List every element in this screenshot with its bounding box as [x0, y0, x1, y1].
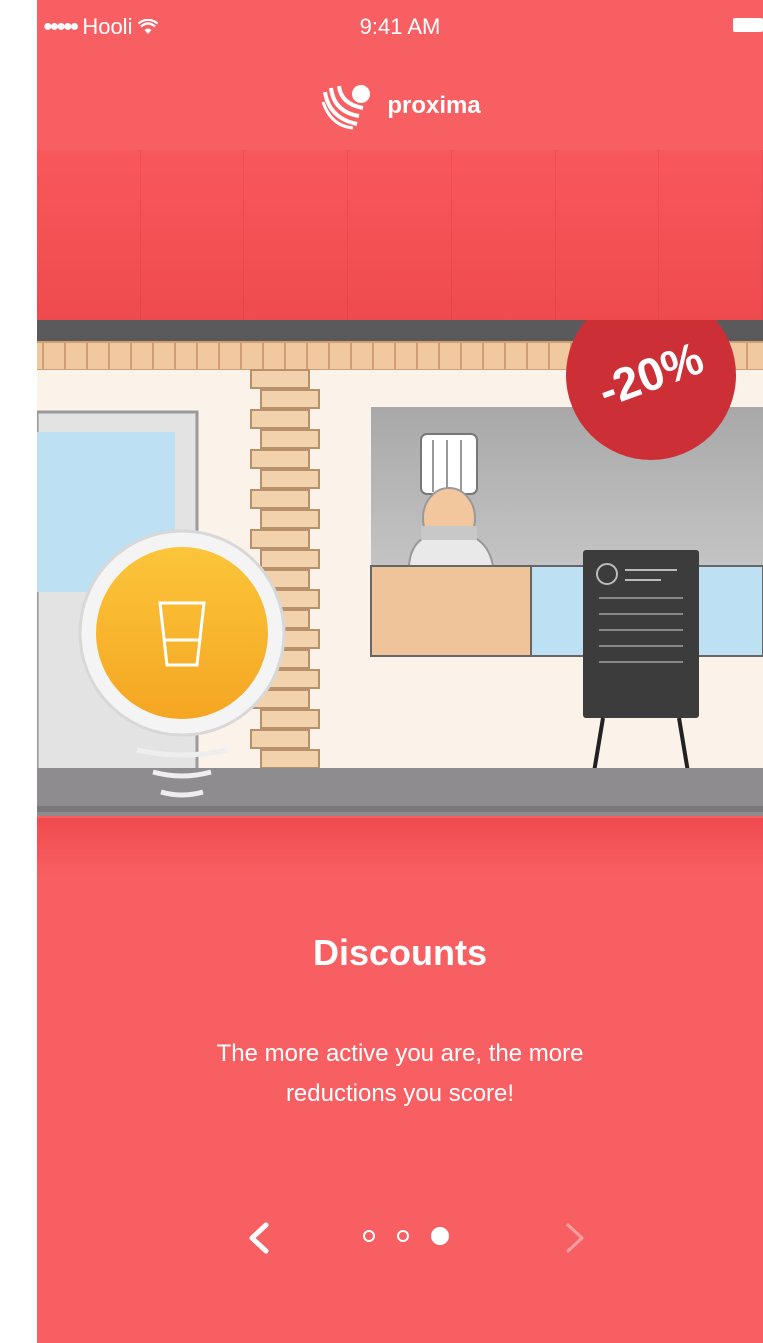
chevron-left-icon: [249, 1222, 269, 1254]
description-line-2: reductions you score!: [285, 1080, 515, 1107]
chevron-right-icon: [566, 1223, 584, 1253]
shop-illustration: -20%: [37, 320, 763, 816]
page-dot-1[interactable]: [363, 1230, 375, 1242]
brand-name: proxima: [387, 92, 481, 119]
status-time: 9:41 AM: [359, 14, 441, 39]
page-dot-2[interactable]: [397, 1230, 409, 1242]
battery-icon: [733, 18, 763, 32]
onboarding-title: Discounts: [312, 932, 488, 973]
pager-navigation: [37, 1210, 763, 1270]
previous-button[interactable]: [235, 1215, 281, 1261]
onboarding-screen: ●●●●● Hooli 9:41 AM proxima -20% Discoun…: [37, 0, 763, 1343]
next-button[interactable]: [553, 1215, 599, 1261]
brand-header: proxima: [37, 82, 763, 130]
onboarding-description: The more active you are, the more reduct…: [137, 1034, 663, 1114]
page-indicator: [363, 1227, 449, 1245]
shop-awning: [37, 150, 763, 322]
proxima-logo-icon: [321, 85, 371, 130]
status-bar: ●●●●● Hooli 9:41 AM: [37, 0, 763, 52]
description-line-1: The more active you are, the more: [216, 1040, 584, 1067]
illustration-shadow: [37, 818, 763, 878]
page-dot-3-active[interactable]: [431, 1227, 449, 1245]
